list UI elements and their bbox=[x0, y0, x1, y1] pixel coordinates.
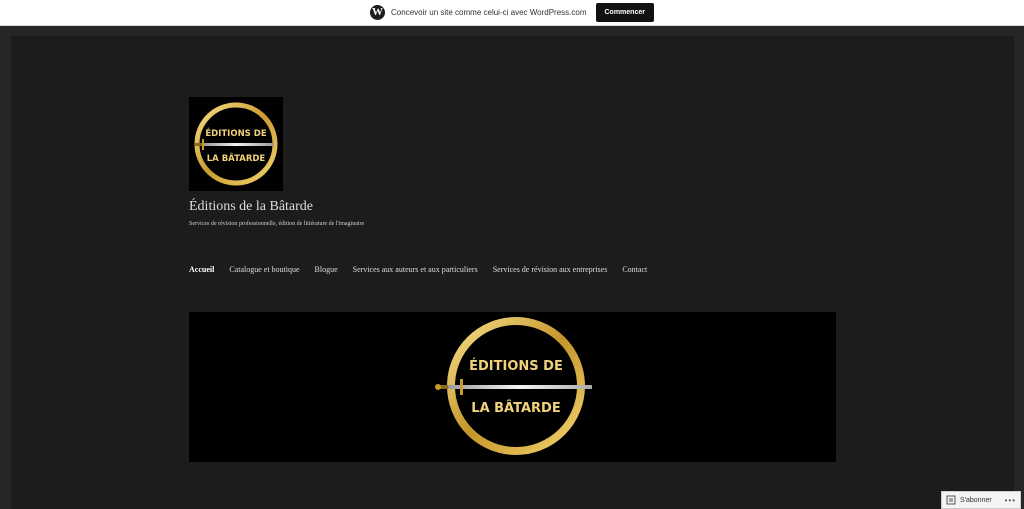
svg-text:ÉDITIONS DE: ÉDITIONS DE bbox=[205, 127, 266, 139]
svg-text:ÉDITIONS DE: ÉDITIONS DE bbox=[469, 358, 563, 374]
more-options-icon[interactable]: ••• bbox=[1005, 496, 1016, 505]
header-image: ÉDITIONS DE LA BÂTARDE bbox=[189, 312, 836, 462]
nav-item-blogue[interactable]: Blogue bbox=[315, 265, 338, 274]
promo-text: Concevoir un site comme celui-ci avec Wo… bbox=[391, 8, 587, 17]
site-logo[interactable]: ÉDITIONS DE LA BÂTARDE bbox=[189, 97, 283, 191]
svg-text:LA BÂTARDE: LA BÂTARDE bbox=[471, 400, 560, 416]
site-tagline: Services de révision professionnelle, éd… bbox=[189, 221, 365, 227]
start-button[interactable]: Commencer bbox=[595, 3, 654, 22]
main-navigation: Accueil Catalogue et boutique Blogue Ser… bbox=[189, 265, 647, 274]
wordpress-icon[interactable]: W bbox=[370, 5, 386, 20]
logo-emblem-icon: ÉDITIONS DE LA BÂTARDE bbox=[194, 102, 278, 186]
site-title[interactable]: Éditions de la Bâtarde bbox=[189, 199, 313, 215]
nav-item-accueil[interactable]: Accueil bbox=[189, 265, 214, 274]
reader-icon bbox=[946, 495, 956, 505]
subscribe-button[interactable]: S'abonner bbox=[960, 497, 992, 504]
nav-item-catalogue[interactable]: Catalogue et boutique bbox=[229, 265, 299, 274]
nav-item-services-entreprises[interactable]: Services de révision aux entreprises bbox=[493, 265, 608, 274]
nav-item-services-auteurs[interactable]: Services aux auteurs et aux particuliers bbox=[353, 265, 478, 274]
header-emblem-icon: ÉDITIONS DE LA BÂTARDE bbox=[435, 317, 592, 455]
nav-item-contact[interactable]: Contact bbox=[622, 265, 647, 274]
wordpress-promo-bar: W Concevoir un site comme celui-ci avec … bbox=[0, 0, 1024, 26]
svg-text:LA BÂTARDE: LA BÂTARDE bbox=[207, 152, 266, 164]
subscribe-widget[interactable]: S'abonner ••• bbox=[941, 491, 1021, 509]
